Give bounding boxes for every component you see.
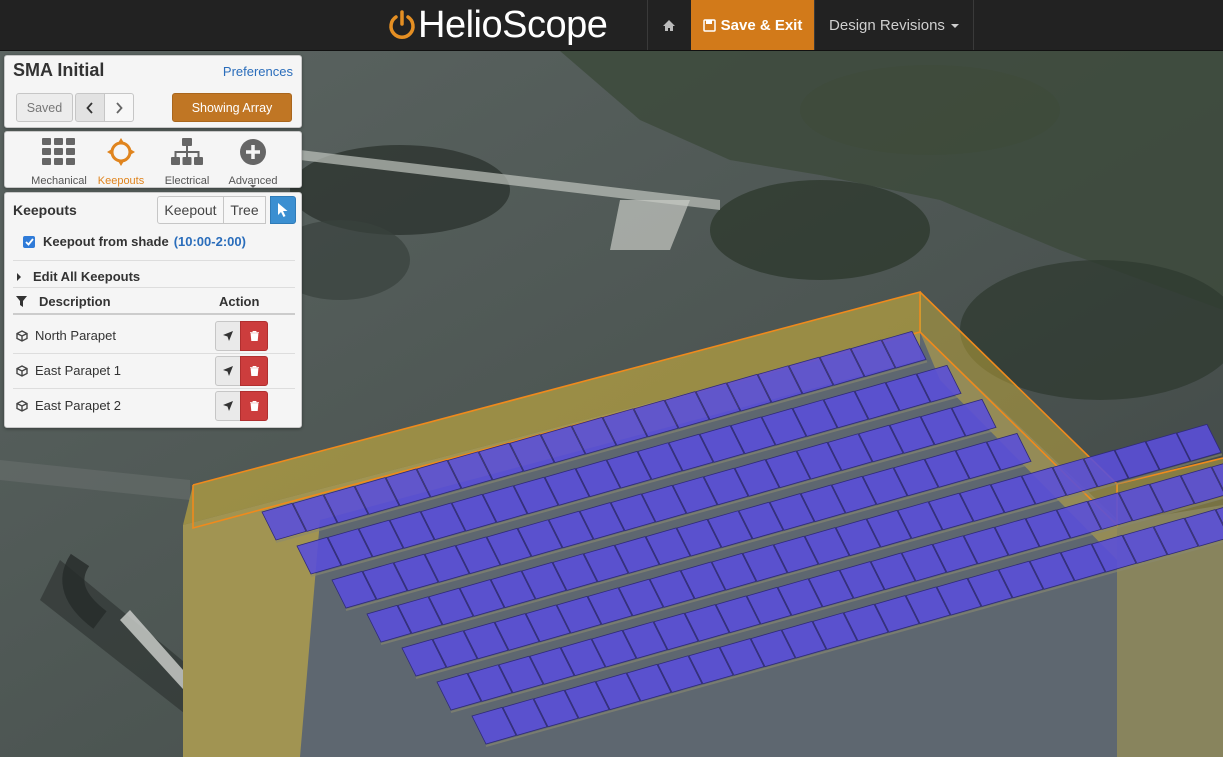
undo-button[interactable] xyxy=(75,93,105,122)
redo-button[interactable] xyxy=(104,93,134,122)
column-header-action: Action xyxy=(219,294,260,309)
edit-all-keepouts-toggle[interactable]: Edit All Keepouts xyxy=(17,269,140,284)
keepouts-panel: Keepouts Keepout Tree Keepout from shade… xyxy=(4,192,302,428)
tool-electrical-label: Electrical xyxy=(164,175,210,187)
locate-keepout-button[interactable] xyxy=(215,356,241,386)
tool-mechanical[interactable]: Mechanical xyxy=(28,137,90,187)
trash-icon xyxy=(249,331,259,341)
showing-array-button[interactable]: Showing Array xyxy=(172,93,292,122)
tool-mechanical-label: Mechanical xyxy=(31,175,87,187)
select-tool-button[interactable] xyxy=(270,196,296,224)
tool-keepouts[interactable]: Keepouts xyxy=(90,137,152,187)
design-revisions-label: Design Revisions xyxy=(829,16,945,34)
trash-icon xyxy=(249,366,259,376)
design-revisions-dropdown[interactable]: Design Revisions xyxy=(815,0,973,50)
keepout-name: North Parapet xyxy=(35,328,116,343)
delete-keepout-button[interactable] xyxy=(240,321,268,351)
pointer-icon xyxy=(278,203,288,217)
edit-all-keepouts-label: Edit All Keepouts xyxy=(33,269,141,284)
cube-icon xyxy=(16,330,28,342)
filter-icon[interactable] xyxy=(16,296,27,307)
location-arrow-icon xyxy=(223,401,233,411)
design-tools-panel: Mechanical Keepouts Electrical Advanced xyxy=(4,131,302,188)
locate-keepout-button[interactable] xyxy=(215,321,241,351)
home-icon xyxy=(663,19,675,31)
top-navbar: HelioScope Save & Exit Design Revisions xyxy=(0,0,1223,51)
caret-down-icon xyxy=(250,185,256,188)
chevron-left-icon xyxy=(86,101,93,114)
delete-keepout-button[interactable] xyxy=(240,391,268,421)
tool-electrical[interactable]: Electrical xyxy=(156,137,218,187)
table-row[interactable]: East Parapet 1 xyxy=(15,354,297,388)
helioscope-logo[interactable]: HelioScope xyxy=(388,3,608,47)
chevron-right-icon xyxy=(116,101,123,114)
saved-button[interactable]: Saved xyxy=(16,93,73,122)
save-and-exit-button[interactable]: Save & Exit xyxy=(691,0,814,50)
trash-icon xyxy=(249,401,259,411)
caret-down-icon xyxy=(950,24,959,28)
power-logo-icon xyxy=(389,10,415,39)
plus-circle-icon xyxy=(240,139,266,165)
preferences-link[interactable]: Preferences xyxy=(223,64,293,79)
keepout-from-shade-checkbox[interactable] xyxy=(23,235,35,248)
divider xyxy=(13,260,295,261)
location-arrow-icon xyxy=(223,366,233,376)
divider xyxy=(13,287,295,288)
add-keepout-button[interactable]: Keepout xyxy=(157,196,224,224)
location-arrow-icon xyxy=(223,331,233,341)
brand-name: HelioScope xyxy=(418,3,608,46)
locate-keepout-button[interactable] xyxy=(215,391,241,421)
hierarchy-icon xyxy=(171,138,203,165)
crosshair-icon xyxy=(107,138,135,166)
cube-icon xyxy=(16,400,28,412)
cube-icon xyxy=(16,365,28,377)
table-row[interactable]: East Parapet 2 xyxy=(15,389,297,423)
tool-advanced[interactable]: Advanced xyxy=(222,137,284,187)
save-icon xyxy=(702,18,716,32)
nav-divider xyxy=(973,0,974,50)
grid-icon xyxy=(42,138,75,165)
keepout-from-shade-row[interactable]: Keepout from shade (10:00-2:00) xyxy=(23,234,246,249)
design-header-panel: SMA Initial Preferences Saved Showing Ar… xyxy=(4,55,302,128)
design-name: SMA Initial xyxy=(13,60,105,80)
save-and-exit-label: Save & Exit xyxy=(720,16,803,34)
tool-keepouts-label: Keepouts xyxy=(97,175,145,187)
caret-right-icon xyxy=(17,272,21,281)
check-icon xyxy=(24,237,34,246)
add-tree-button[interactable]: Tree xyxy=(223,196,266,224)
home-button[interactable] xyxy=(648,0,690,50)
keepouts-title: Keepouts xyxy=(13,202,77,218)
divider xyxy=(13,313,295,315)
delete-keepout-button[interactable] xyxy=(240,356,268,386)
column-header-description: Description xyxy=(39,294,111,309)
keepout-name: East Parapet 2 xyxy=(35,398,121,413)
keepout-from-shade-label: Keepout from shade xyxy=(43,234,169,249)
table-row[interactable]: North Parapet xyxy=(15,319,297,353)
shade-time-range-link[interactable]: (10:00-2:00) xyxy=(174,234,246,249)
keepout-name: East Parapet 1 xyxy=(35,363,121,378)
